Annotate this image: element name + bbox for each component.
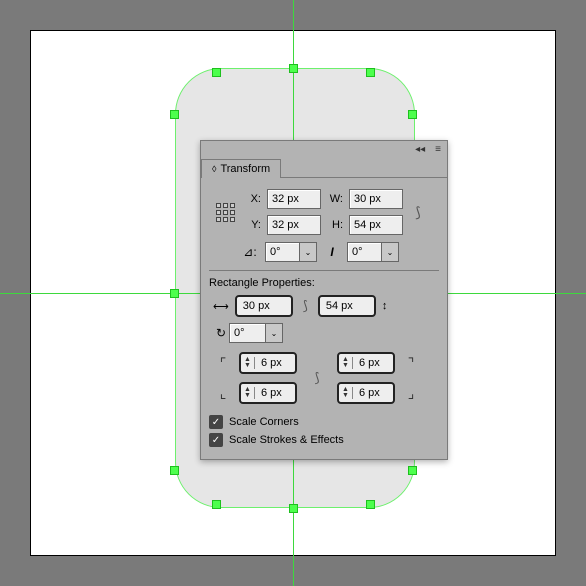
w-label: W: — [325, 193, 345, 205]
tab-transform[interactable]: Transform — [201, 159, 281, 178]
panel-menu-icon[interactable]: ≡ — [435, 144, 441, 155]
link-rect-wh-icon[interactable]: ⟆ — [299, 298, 312, 314]
reference-point-grid[interactable] — [209, 203, 241, 222]
height-icon: ↕ — [382, 300, 388, 312]
scale-strokes-checkbox[interactable]: ✓ — [209, 433, 223, 447]
handle[interactable] — [366, 500, 375, 509]
scale-corners-label: Scale Corners — [229, 416, 299, 428]
section-title: Rectangle Properties: — [209, 277, 439, 289]
handle[interactable] — [170, 466, 179, 475]
scale-strokes-label: Scale Strokes & Effects — [229, 434, 344, 446]
shear-dropdown[interactable]: ⌄ — [381, 242, 399, 262]
handle[interactable] — [212, 68, 221, 77]
handle[interactable] — [289, 504, 298, 513]
y-label: Y: — [245, 219, 263, 231]
rotate-dropdown[interactable]: ⌄ — [299, 242, 317, 262]
x-label: X: — [245, 193, 263, 205]
shear-input[interactable]: 0° — [347, 242, 381, 262]
scale-corners-checkbox[interactable]: ✓ — [209, 415, 223, 429]
link-wh-icon[interactable]: ⟆ — [407, 204, 429, 221]
handle[interactable] — [212, 500, 221, 509]
corner-tl-icon: ⌜ — [213, 355, 233, 372]
h-input[interactable]: 54 px — [349, 215, 403, 235]
rect-rotate-icon: ↻ — [213, 326, 229, 340]
y-input[interactable]: 32 px — [267, 215, 321, 235]
handle[interactable] — [289, 64, 298, 73]
corner-bl-input[interactable]: ▲▼ 6 px — [239, 382, 297, 404]
corner-br-input[interactable]: ▲▼ 6 px — [337, 382, 395, 404]
handle[interactable] — [366, 68, 375, 77]
handle[interactable] — [170, 110, 179, 119]
transform-panel: ◂◂ ≡ Transform X: 32 px W: 30 px ⟆ Y: 32… — [200, 140, 448, 460]
handle[interactable] — [408, 110, 417, 119]
corner-br-icon: ⌟ — [401, 385, 421, 402]
corner-tl-input[interactable]: ▲▼ 6 px — [239, 352, 297, 374]
corner-bl-icon: ⌞ — [213, 385, 233, 402]
shear-icon: I — [323, 245, 341, 259]
rect-width-input[interactable]: 30 px — [235, 295, 293, 317]
rect-height-input[interactable]: 54 px — [318, 295, 376, 317]
collapse-icon[interactable]: ◂◂ — [415, 144, 425, 155]
corner-tr-icon: ⌝ — [401, 355, 421, 372]
separator — [209, 270, 439, 271]
handle[interactable] — [408, 466, 417, 475]
rect-rotate-input[interactable]: 0° — [229, 323, 265, 343]
rotate-input[interactable]: 0° — [265, 242, 299, 262]
rotate-icon: ⊿: — [241, 245, 259, 259]
w-input[interactable]: 30 px — [349, 189, 403, 209]
corner-tr-input[interactable]: ▲▼ 6 px — [337, 352, 395, 374]
handle[interactable] — [170, 289, 179, 298]
x-input[interactable]: 32 px — [267, 189, 321, 209]
link-corners-icon[interactable]: ⟆ — [303, 370, 331, 386]
rect-rotate-dropdown[interactable]: ⌄ — [265, 323, 283, 343]
h-label: H: — [325, 219, 345, 231]
width-icon: ⟷ — [213, 300, 229, 313]
